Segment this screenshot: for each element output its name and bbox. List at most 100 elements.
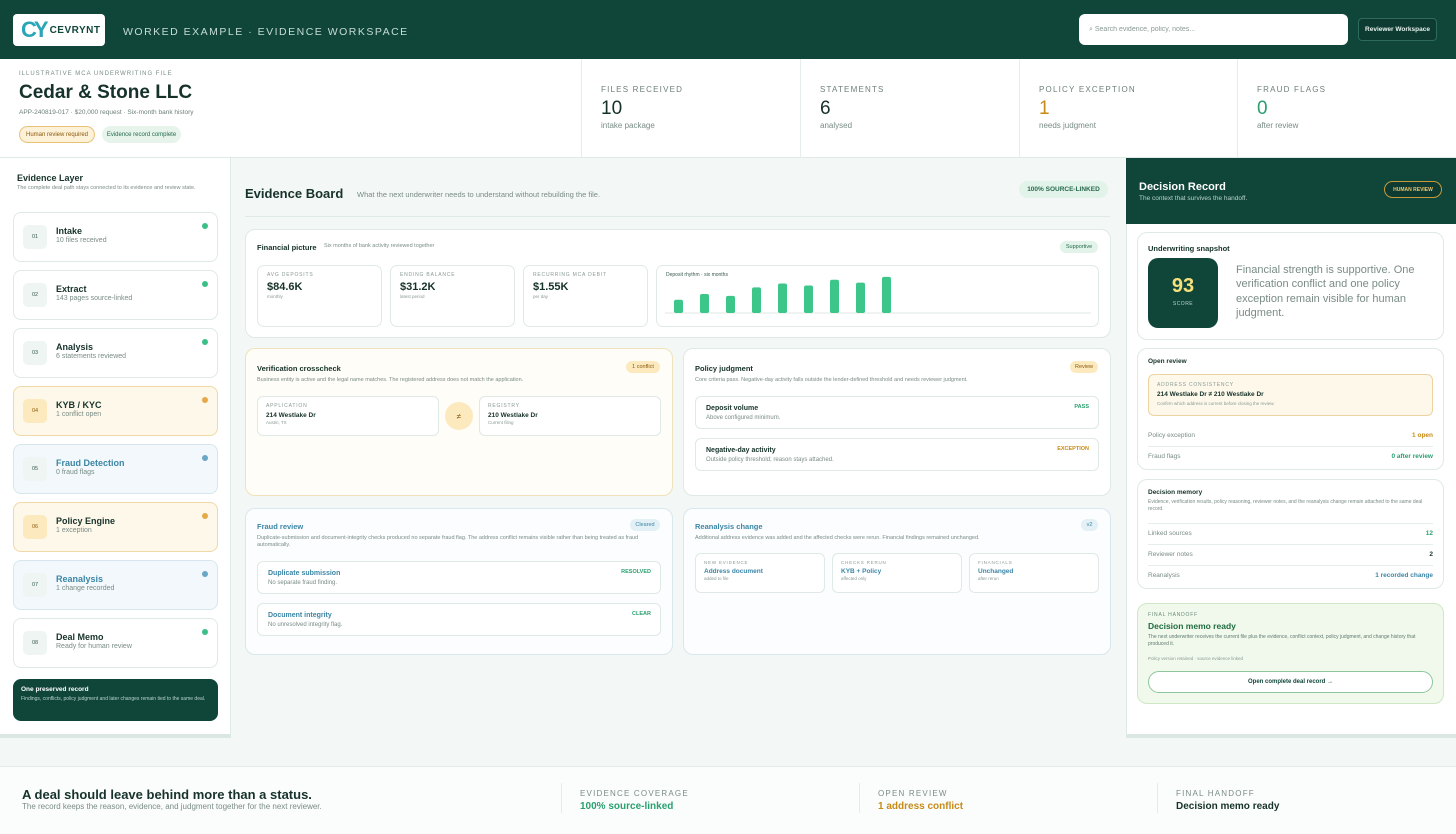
stage-intake[interactable]: 01 Intake 10 files received [13, 212, 218, 262]
check-status: RESOLVED [621, 569, 651, 575]
stage-policy-engine[interactable]: 06 Policy Engine 1 exception [13, 502, 218, 552]
logo-word: CEVRYNT [49, 24, 101, 36]
conflict-pill: 1 conflict [626, 361, 660, 373]
metric-value: 1 [1039, 98, 1050, 119]
metric-value: 0 [1257, 98, 1268, 119]
box-sub: after rerun [978, 576, 999, 581]
status-dot-icon [202, 281, 208, 287]
deposit-bar [700, 294, 709, 313]
company-name: Cedar & Stone LLC [19, 82, 193, 103]
stage-analysis[interactable]: 03 Analysis 6 statements reviewed [13, 328, 218, 378]
footer-evidence-coverage: EVIDENCE COVERAGE 100% source-linked [561, 783, 859, 813]
deposit-bar [804, 285, 813, 313]
policy-check-row[interactable]: Deposit volume Above configured minimum.… [695, 396, 1099, 429]
handoff-kicker: FINAL HANDOFF [1148, 612, 1198, 618]
fraud-check-row[interactable]: Duplicate submission No separate fraud f… [257, 561, 661, 594]
footer-metric-label: EVIDENCE COVERAGE [580, 789, 689, 798]
box-value: Unchanged [978, 568, 1014, 575]
item-value: 214 Westlake Dr ≠ 210 Westlake Dr [1157, 391, 1264, 398]
preserved-record-note: One preserved record Findings, conflicts… [13, 679, 218, 721]
human-review-badge: HUMAN REVIEW [1384, 181, 1442, 198]
avg-deposits-tile: AVG DEPOSITS $84.6K monthly [257, 265, 382, 327]
handoff-meta: Policy version retained · source evidenc… [1148, 656, 1244, 661]
check-desc: Outside policy threshold; reason stays a… [706, 457, 834, 463]
check-status: CLEAR [632, 611, 651, 617]
status-dot-icon [202, 397, 208, 403]
address-consistency-item[interactable]: ADDRESS CONSISTENCY 214 Westlake Dr ≠ 21… [1148, 374, 1433, 416]
addr-label: REGISTRY [488, 403, 520, 409]
kv-key: Linked sources [1148, 530, 1192, 537]
stage-number: 02 [23, 283, 47, 307]
deposit-bar [856, 282, 865, 313]
tile-label: ENDING BALANCE [400, 272, 456, 278]
stage-reanalysis[interactable]: 07 Reanalysis 1 change recorded [13, 560, 218, 610]
stage-name: Policy Engine [56, 516, 116, 526]
recurring-mca-tile: RECURRING MCA DEBIT $1.55K per day [523, 265, 648, 327]
evidence-layer-title: Evidence Layer [17, 173, 84, 183]
box-sub: added to file [704, 576, 729, 581]
human-review-badge: Human review required [19, 126, 95, 143]
score-label: SCORE [1172, 301, 1194, 307]
card-title: Financial picture [257, 243, 317, 252]
open-deal-record-button[interactable]: Open complete deal record → [1148, 671, 1433, 693]
evidence-complete-badge: Evidence record complete [102, 126, 181, 143]
check-status: EXCEPTION [1057, 446, 1089, 452]
application-meta: APP-240819-017 · $20,000 request · Six-m… [19, 109, 194, 116]
kv-row: Policy exception 1 open [1148, 432, 1433, 446]
stage-number: 08 [23, 631, 47, 655]
search-input[interactable] [1079, 14, 1348, 45]
addr-value: 210 Westlake Dr [488, 412, 538, 419]
brand-logo[interactable]: CY CEVRYNT [13, 14, 105, 46]
stage-fraud-detection[interactable]: 05 Fraud Detection 0 fraud flags [13, 444, 218, 494]
metric-fraud-flags: FRAUD FLAGS 0 after review [1237, 59, 1456, 158]
tile-sub: monthly [267, 294, 283, 299]
status-dot-icon [202, 571, 208, 577]
handoff-desc: The next underwriter receives the curren… [1148, 634, 1416, 647]
stage-deal-memo[interactable]: 08 Deal Memo Ready for human review [13, 618, 218, 668]
kv-value: 0 after review [1391, 453, 1433, 460]
fraud-check-row[interactable]: Document integrity No unresolved integri… [257, 603, 661, 636]
card-subtitle: Duplicate-submission and document-integr… [257, 535, 639, 549]
financials-box: FINANCIALS Unchanged after rerun [969, 553, 1099, 593]
score-value: 93 [1171, 275, 1195, 297]
metric-files-received: FILES RECEIVED 10 intake package [581, 59, 800, 158]
divider [245, 216, 1110, 217]
card-title: Reanalysis change [695, 522, 763, 531]
deposit-bar [778, 283, 787, 313]
reviewer-workspace-button[interactable]: Reviewer Workspace [1358, 18, 1437, 41]
not-equal-icon: ≠ [445, 402, 473, 430]
stage-desc: 6 statements reviewed [56, 353, 127, 360]
preserved-title: One preserved record [21, 686, 89, 693]
deposit-bar [830, 279, 839, 313]
check-desc: No unresolved integrity flag. [268, 622, 343, 628]
divider [1148, 565, 1433, 566]
stage-desc: 1 exception [56, 527, 92, 534]
kv-value: 1 open [1412, 432, 1433, 439]
metric-label: FILES RECEIVED [601, 85, 684, 94]
tile-value: $84.6K [267, 281, 303, 293]
tile-value: $1.55K [533, 281, 569, 293]
box-value: KYB + Policy [841, 568, 882, 575]
stage-desc: 0 fraud flags [56, 469, 95, 476]
stage-name: Reanalysis [56, 574, 104, 584]
decision-record-title: Decision Record [1139, 181, 1226, 193]
box-label: CHECKS RERUN [841, 560, 887, 565]
stage-number: 04 [23, 399, 47, 423]
footer-metric-label: FINAL HANDOFF [1176, 789, 1255, 798]
stage-desc: Ready for human review [56, 643, 132, 650]
item-sub: Confirm which address is current before … [1157, 401, 1275, 406]
check-desc: Above configured minimum. [706, 415, 781, 421]
policy-check-row[interactable]: Negative-day activity Outside policy thr… [695, 438, 1099, 471]
check-name: Document integrity [268, 612, 332, 619]
card-title: Policy judgment [695, 364, 753, 373]
kv-value: 1 recorded change [1375, 572, 1433, 579]
item-kicker: ADDRESS CONSISTENCY [1157, 382, 1234, 388]
stage-number: 06 [23, 515, 47, 539]
kv-row: Linked sources 12 [1148, 530, 1433, 544]
kv-value: 2 [1429, 551, 1433, 558]
stage-extract[interactable]: 02 Extract 143 pages source-linked [13, 270, 218, 320]
stage-kyb-kyc[interactable]: 04 KYB / KYC 1 conflict open [13, 386, 218, 436]
kv-row: Reanalysis 1 recorded change [1148, 572, 1433, 586]
kv-key: Fraud flags [1148, 453, 1181, 460]
ending-balance-tile: ENDING BALANCE $31.2K latest period [390, 265, 515, 327]
